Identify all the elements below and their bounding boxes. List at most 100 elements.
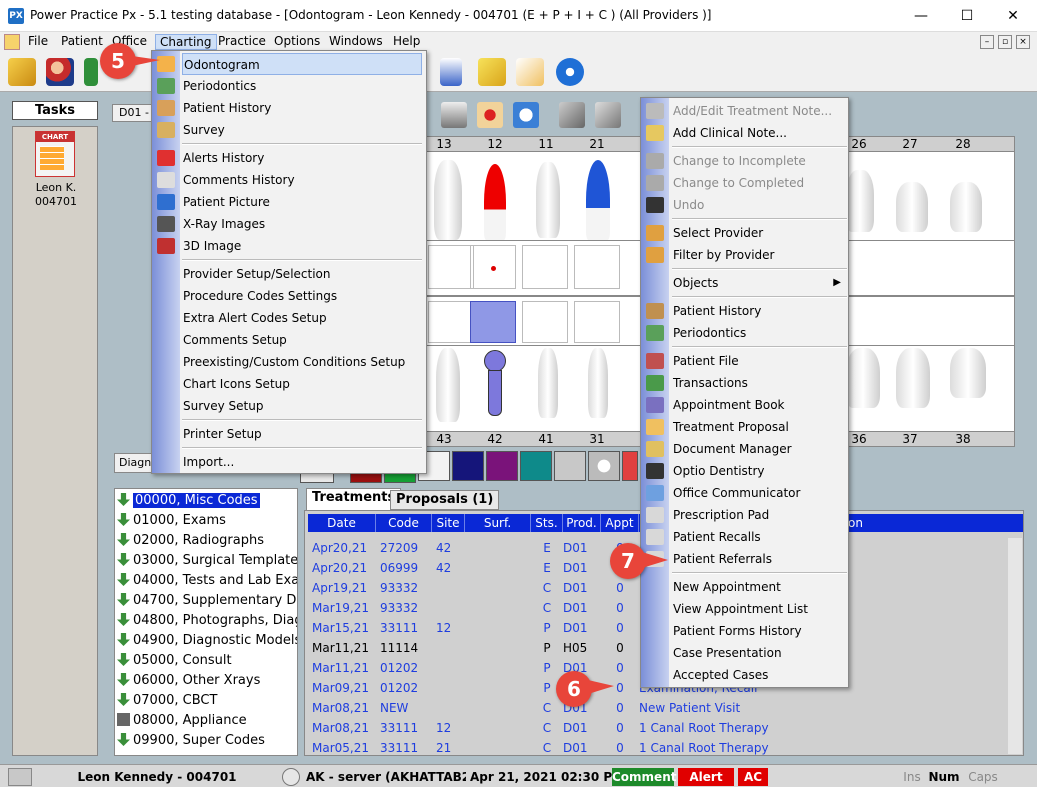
col-date[interactable]: Date [308, 514, 376, 532]
menu-item[interactable]: Add Clinical Note... [672, 122, 847, 144]
surface-cell[interactable] [522, 245, 568, 289]
notepad-pencil-icon[interactable] [478, 58, 506, 86]
menu-help[interactable]: Help [389, 34, 424, 48]
color-swatch-gray[interactable] [554, 451, 586, 481]
menu-item[interactable]: Patient Forms History [672, 620, 847, 642]
patients-icon[interactable] [46, 58, 74, 86]
color-swatch-navy[interactable] [452, 451, 484, 481]
col-surf[interactable]: Surf. [465, 514, 531, 532]
camera-icon[interactable] [8, 768, 32, 786]
diagnosis-dropdown[interactable]: Diagno [114, 453, 152, 473]
printer-icon[interactable] [441, 102, 467, 128]
menu-item[interactable]: View Appointment List [672, 598, 847, 620]
tooth-11[interactable] [536, 162, 560, 238]
menu-file[interactable]: File [24, 34, 52, 48]
menu-item[interactable]: Accepted Cases [672, 664, 847, 686]
delete-tooth-icon[interactable] [588, 451, 620, 481]
menu-item[interactable]: Prescription Pad [672, 504, 847, 526]
list-item[interactable]: 04900, Diagnostic Models [117, 631, 297, 651]
table-row[interactable]: Mar05,21 33111 21 C D01 0 1 Canal Root Therapy [308, 738, 1008, 758]
surface-cell-selected[interactable] [470, 301, 516, 343]
menu-item[interactable]: Optio Dentistry [672, 460, 847, 482]
tooth-21[interactable] [586, 160, 610, 240]
tooth-37[interactable] [896, 348, 930, 408]
col-sts[interactable]: Sts. [531, 514, 563, 532]
tooth-number[interactable]: 12 [470, 137, 520, 151]
list-item[interactable]: 09900, Super Codes [117, 731, 297, 751]
menu-charting[interactable]: Charting [155, 34, 217, 50]
menu-item[interactable]: Extra Alert Codes Setup [182, 307, 422, 329]
menu-item[interactable]: Office Communicator [672, 482, 847, 504]
menu-item[interactable]: Chart Icons Setup [182, 373, 422, 395]
tooth-number[interactable]: 38 [938, 432, 988, 446]
tooth-28[interactable] [950, 182, 982, 232]
refresh-tooth-icon[interactable] [513, 102, 539, 128]
tooth-42-crown[interactable] [484, 350, 506, 372]
menu-options[interactable]: Options [270, 34, 324, 48]
surface-cell[interactable] [470, 245, 516, 289]
tooth-number[interactable]: 41 [521, 432, 571, 446]
comment-button[interactable]: Comment [612, 768, 676, 786]
surface-cell[interactable] [428, 301, 474, 343]
mdi-restore-button[interactable]: ▫ [998, 35, 1012, 49]
menu-item[interactable]: Patient Picture [182, 191, 422, 213]
surface-cell[interactable] [522, 301, 568, 343]
money-icon[interactable] [84, 58, 98, 86]
surface-cell[interactable] [574, 245, 620, 289]
tab-treatments[interactable]: Treatments [306, 488, 402, 510]
menu-item[interactable]: Alerts History [182, 147, 422, 169]
menu-item[interactable]: 3D Image [182, 235, 422, 257]
menu-item[interactable]: Preexisting/Custom Conditions Setup [182, 351, 422, 373]
color-swatch-purple[interactable] [486, 451, 518, 481]
menu-patient[interactable]: Patient [57, 34, 107, 48]
folder-icon[interactable] [8, 58, 36, 86]
ac-button[interactable]: AC [738, 768, 768, 786]
menu-item[interactable]: Procedure Codes Settings [182, 285, 422, 307]
menu-item[interactable]: Patient File [672, 350, 847, 372]
col-appt[interactable]: Appt [601, 514, 639, 532]
chart-icon[interactable]: CHART [35, 131, 75, 177]
tooth-42-root[interactable] [488, 370, 502, 416]
edit-note-icon[interactable] [516, 58, 544, 86]
list-item[interactable]: 04800, Photographs, Diagr [117, 611, 297, 631]
menu-item[interactable]: Document Manager [672, 438, 847, 460]
list-item[interactable]: 05000, Consult [117, 651, 297, 671]
surface-cell[interactable] [428, 245, 474, 289]
menu-item[interactable]: Transactions [672, 372, 847, 394]
list-item[interactable]: 03000, Surgical Templates [117, 551, 297, 571]
col-code[interactable]: Code [376, 514, 432, 532]
tooth-13[interactable] [434, 160, 462, 240]
tooth-12[interactable] [484, 164, 506, 240]
tooth-38[interactable] [950, 348, 986, 398]
menu-windows[interactable]: Windows [325, 34, 387, 48]
tooth-number[interactable]: 37 [885, 432, 935, 446]
menu-item[interactable]: Select Provider [672, 222, 847, 244]
close-button[interactable]: ✕ [990, 0, 1036, 32]
tooth-number[interactable]: 27 [885, 137, 935, 151]
list-item[interactable]: 08000, Appliance [117, 711, 297, 731]
info-icon[interactable] [556, 58, 584, 86]
list-item[interactable]: 00000, Misc Codes [117, 491, 297, 511]
tooth-26[interactable] [846, 170, 874, 232]
mdi-minimize-button[interactable]: – [980, 35, 994, 49]
tooth-number[interactable]: 31 [572, 432, 622, 446]
tooth-extract-icon[interactable] [622, 451, 638, 481]
menu-item[interactable]: Provider Setup/Selection [182, 263, 422, 285]
document-icon[interactable] [4, 34, 20, 50]
color-swatch-green[interactable] [384, 473, 416, 483]
color-swatch-teal[interactable] [520, 451, 552, 481]
task-patient-label[interactable]: Leon K. 004701 [17, 181, 95, 209]
col-site[interactable]: Site [432, 514, 465, 532]
menu-item[interactable]: Printer Setup [182, 423, 422, 445]
maximize-button[interactable]: ☐ [944, 0, 990, 32]
menu-item[interactable]: Case Presentation [672, 642, 847, 664]
menu-item[interactable]: Comments History [182, 169, 422, 191]
menu-item[interactable]: Patient History [182, 97, 422, 119]
list-item[interactable]: 04700, Supplementary Dia [117, 591, 297, 611]
chart-settings-icon[interactable] [595, 102, 621, 128]
list-item[interactable]: 06000, Other Xrays [117, 671, 297, 691]
alert-button[interactable]: Alert [678, 768, 734, 786]
table-row[interactable]: Mar08,21 NEW C D01 0 New Patient Visit [308, 698, 1008, 718]
menu-item[interactable]: Survey [182, 119, 422, 141]
tooth-number[interactable]: 42 [470, 432, 520, 446]
